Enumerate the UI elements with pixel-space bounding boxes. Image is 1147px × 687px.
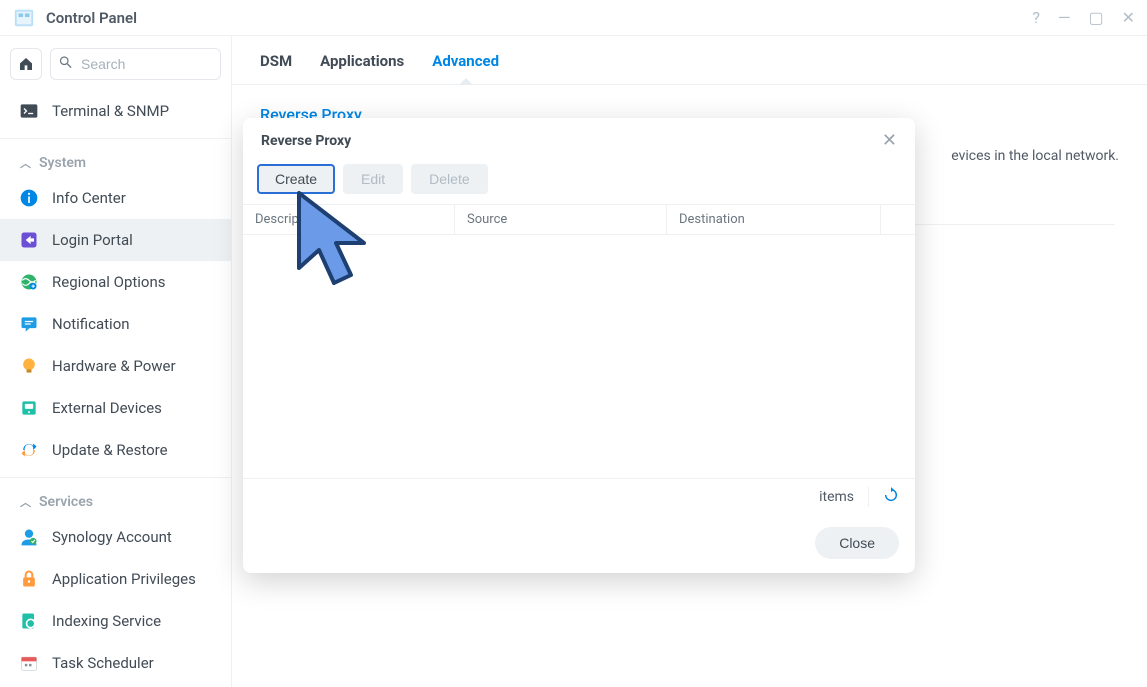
close-button[interactable]: Close xyxy=(815,527,899,559)
create-button[interactable]: Create xyxy=(257,164,335,194)
modal-backdrop: Reverse Proxy ✕ Create Edit Delete Descr… xyxy=(0,0,1147,687)
modal-close-icon[interactable]: ✕ xyxy=(882,132,897,150)
edit-button[interactable]: Edit xyxy=(343,164,403,194)
column-source[interactable]: Source xyxy=(455,205,667,234)
column-spacer xyxy=(881,205,915,234)
modal-title: Reverse Proxy xyxy=(261,133,351,149)
reverse-proxy-modal: Reverse Proxy ✕ Create Edit Delete Descr… xyxy=(243,118,915,573)
table-header: Description Source Destination xyxy=(243,204,915,235)
refresh-button[interactable] xyxy=(868,487,899,507)
status-items-label: items xyxy=(819,489,854,505)
delete-button[interactable]: Delete xyxy=(411,164,487,194)
column-destination[interactable]: Destination xyxy=(667,205,881,234)
table-body xyxy=(243,235,915,478)
column-description[interactable]: Description xyxy=(243,205,455,234)
refresh-icon xyxy=(883,487,899,503)
